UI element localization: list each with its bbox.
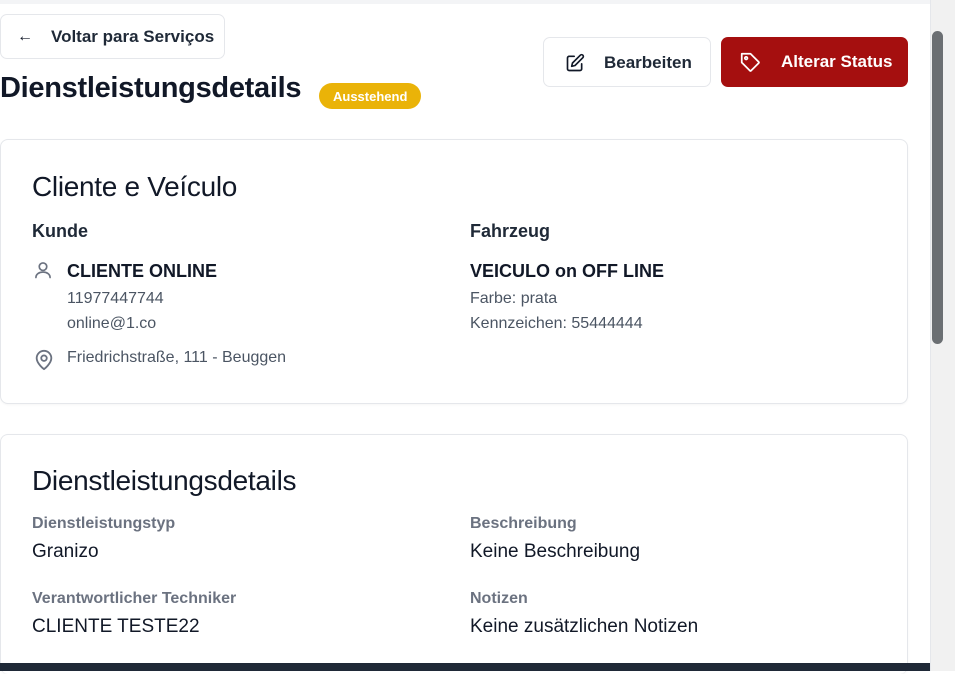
customer-address: Friedrichstraße, 111 - Beuggen bbox=[67, 349, 287, 366]
service-details-title: Dienstleistungsdetails bbox=[32, 465, 297, 496]
scrollbar-thumb[interactable] bbox=[932, 31, 943, 344]
client-vehicle-card: Cliente e Veículo Kunde CLIENTE ONLINE 1… bbox=[0, 139, 908, 404]
page-title: Dienstleistungsdetails bbox=[0, 72, 302, 104]
arrow-left-icon: ← bbox=[17, 27, 33, 45]
edit-icon bbox=[566, 53, 585, 72]
change-status-button[interactable]: Alterar Status bbox=[721, 37, 908, 87]
vehicle-plate: Kennzeichen: 55444444 bbox=[470, 315, 643, 332]
tag-icon bbox=[740, 52, 760, 72]
edit-button-label: Bearbeiten bbox=[604, 53, 692, 72]
customer-email: online@1.co bbox=[67, 315, 157, 332]
client-vehicle-title: Cliente e Veículo bbox=[32, 171, 238, 202]
customer-phone: 11977447744 bbox=[67, 290, 164, 307]
customer-heading: Kunde bbox=[32, 221, 88, 241]
user-icon bbox=[35, 262, 51, 279]
status-badge: Ausstehend bbox=[319, 83, 422, 109]
back-to-services-button[interactable]: ← Voltar para Serviços bbox=[0, 14, 225, 59]
description-value: Keine Beschreibung bbox=[470, 541, 641, 562]
map-pin-icon bbox=[35, 349, 53, 371]
vehicle-name: VEICULO on OFF LINE bbox=[470, 261, 664, 281]
top-strip bbox=[0, 0, 930, 4]
customer-name: CLIENTE ONLINE bbox=[67, 261, 218, 281]
bottom-bar bbox=[0, 663, 944, 671]
technician-label: Verantwortlicher Techniker bbox=[32, 590, 237, 607]
edit-button[interactable]: Bearbeiten bbox=[543, 37, 711, 87]
notes-value: Keine zusätzlichen Notizen bbox=[470, 616, 699, 637]
service-type-value: Granizo bbox=[32, 541, 99, 562]
technician-value: CLIENTE TESTE22 bbox=[32, 616, 200, 637]
vehicle-color: Farbe: prata bbox=[470, 290, 558, 307]
notes-label: Notizen bbox=[470, 590, 528, 607]
vehicle-heading: Fahrzeug bbox=[470, 221, 551, 241]
back-button-label: Voltar para Serviços bbox=[51, 26, 215, 46]
description-label: Beschreibung bbox=[470, 515, 577, 532]
service-details-card: Dienstleistungsdetails Dienstleistungsty… bbox=[0, 434, 908, 674]
service-type-label: Dienstleistungstyp bbox=[32, 515, 176, 532]
change-status-button-label: Alterar Status bbox=[781, 52, 893, 71]
